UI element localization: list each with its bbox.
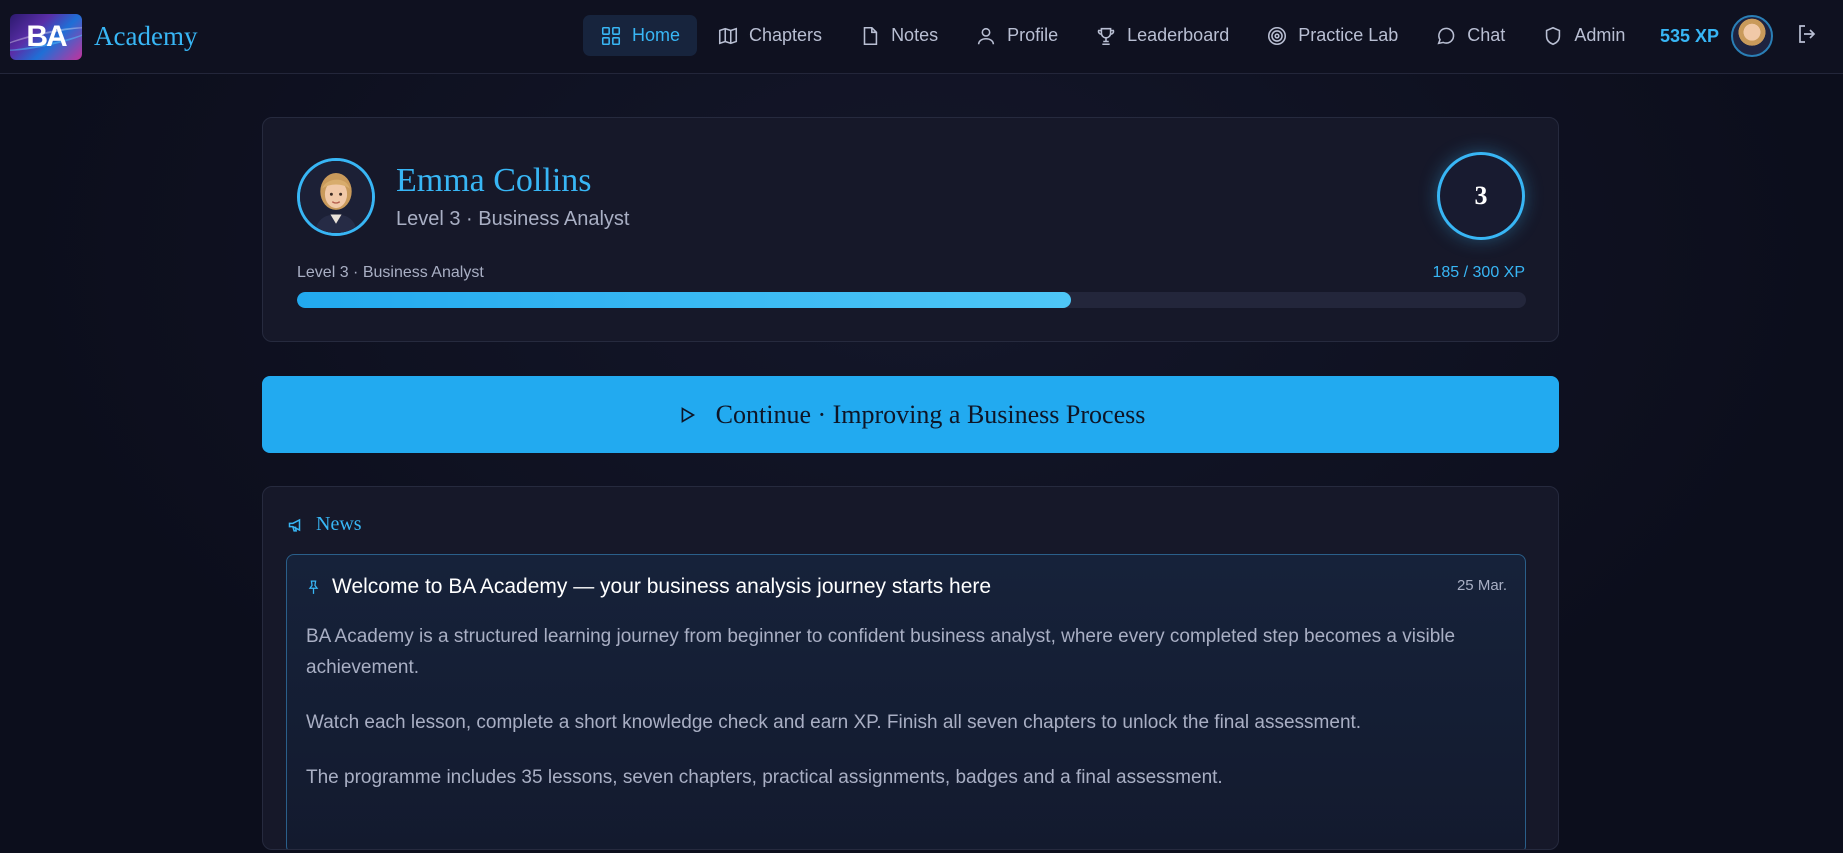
post-title: Welcome to BA Academy — your business an… — [305, 575, 991, 599]
profile-subtitle: Level 3 · Business Analyst — [396, 208, 630, 230]
nav-item-leaderboard[interactable]: Leaderboard — [1078, 15, 1246, 56]
nav-item-home[interactable]: Home — [583, 15, 698, 56]
trophy-icon — [1097, 27, 1115, 45]
post-paragraph: Watch each lesson, complete a short know… — [306, 712, 1362, 733]
map-icon — [718, 27, 738, 44]
logo: BA — [10, 13, 82, 60]
level-badge: 3 — [1437, 152, 1525, 240]
post-date: 25 Mar. — [1456, 577, 1507, 594]
profile-name: Emma Collins — [396, 162, 592, 199]
post-paragraph: BA Academy is a structured learning jour… — [306, 626, 1456, 678]
brand[interactable]: BA Academy — [10, 13, 198, 60]
play-icon — [681, 406, 695, 423]
grid-icon — [601, 26, 621, 45]
progress-label: Level 3 · Business Analyst — [297, 264, 484, 281]
megaphone-icon — [288, 518, 301, 532]
file-icon — [863, 26, 878, 45]
top-navigation: BA Academy Home Chapters Notes Profile L… — [0, 0, 1843, 74]
nav-item-admin[interactable]: Admin — [1525, 15, 1642, 56]
nav-item-chapters[interactable]: Chapters — [700, 15, 839, 56]
brand-name: Academy — [94, 21, 198, 51]
post-paragraph: The programme includes 35 lessons, seven… — [306, 767, 1223, 788]
progress-count: 185 / 300 XP — [1432, 264, 1525, 281]
xp-progress-bar — [297, 292, 1526, 308]
news-card: News Welcome to BA Academy — your busine… — [262, 486, 1559, 850]
news-heading: News — [287, 513, 362, 536]
nav-item-profile[interactable]: Profile — [958, 15, 1075, 56]
user-icon — [977, 27, 995, 44]
nav-item-notes[interactable]: Notes — [842, 15, 955, 56]
target-icon — [1268, 26, 1287, 45]
shield-icon — [1546, 26, 1561, 45]
post-body: BA Academy is a structured learning jour… — [306, 621, 1506, 817]
avatar-illustration — [300, 161, 372, 233]
logout-button[interactable] — [1795, 22, 1819, 51]
main-menu: Home Chapters Notes Profile Leaderboard … — [583, 15, 1645, 56]
news-post[interactable]: Welcome to BA Academy — your business an… — [286, 554, 1526, 849]
chat-icon — [1437, 27, 1455, 44]
avatar[interactable] — [1731, 15, 1774, 57]
nav-item-chat[interactable]: Chat — [1418, 15, 1522, 56]
pin-icon — [308, 579, 319, 594]
xp-progress-fill — [297, 292, 1072, 308]
profile-avatar — [297, 158, 375, 236]
xp-counter: 535 XP — [1660, 25, 1720, 46]
user-area: 535 XP — [1660, 14, 1819, 58]
nav-item-practice-lab[interactable]: Practice Lab — [1249, 15, 1415, 56]
profile-card: Emma Collins Level 3 · Business Analyst … — [262, 117, 1559, 342]
logout-icon — [1799, 24, 1816, 43]
continue-button[interactable]: Continue · Improving a Business Process — [262, 376, 1559, 453]
